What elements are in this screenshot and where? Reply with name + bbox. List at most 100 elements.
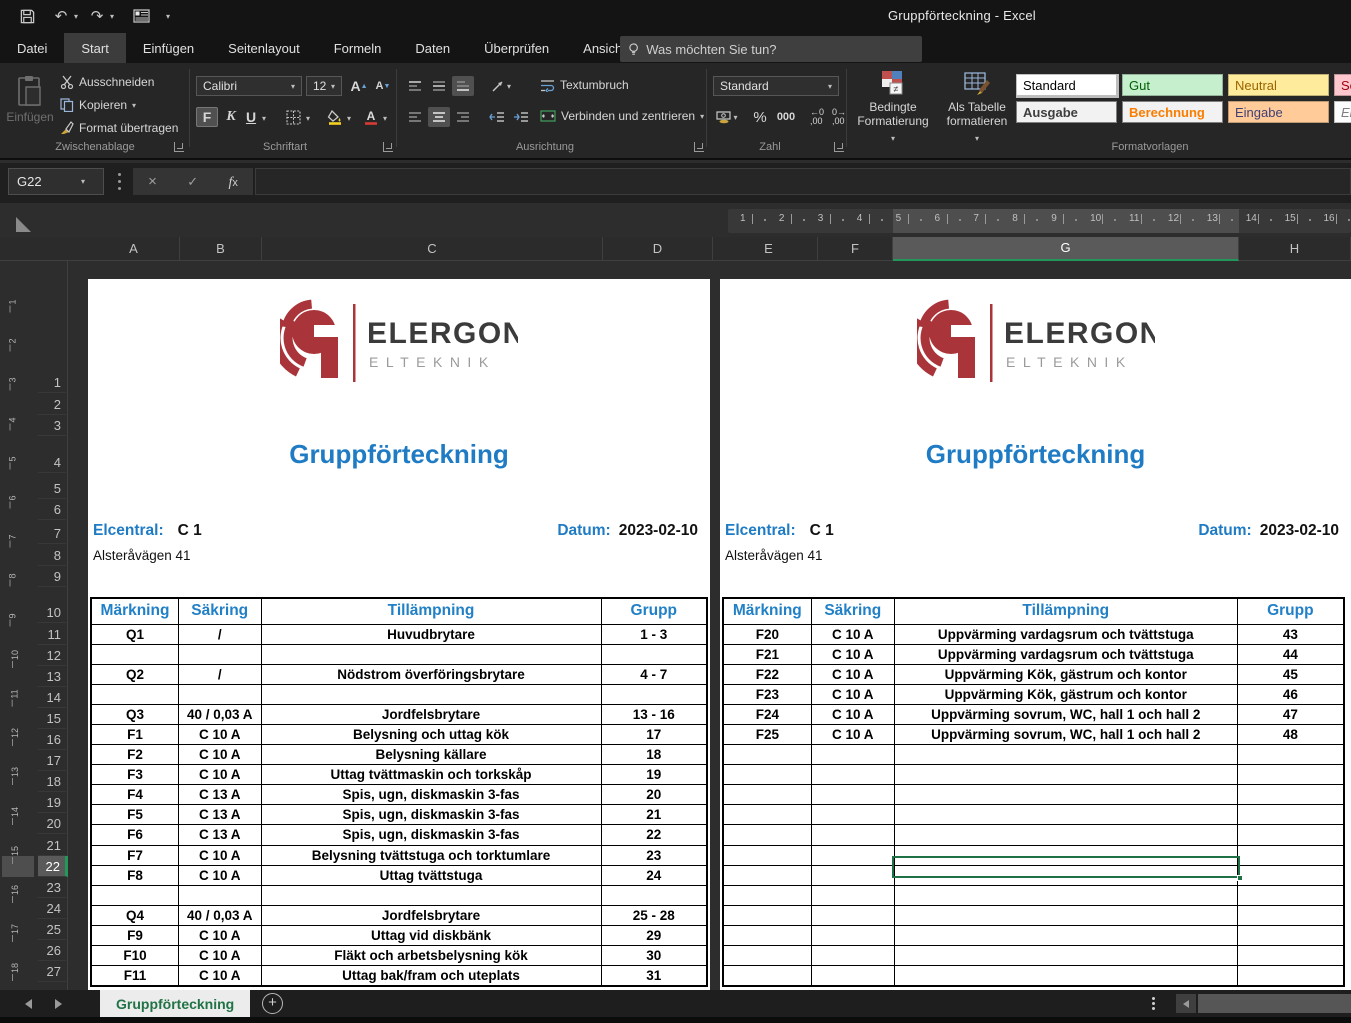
row-header-15[interactable]: 15 [38,708,66,729]
table-cell[interactable] [1237,905,1344,925]
table-cell[interactable]: 13 - 16 [601,704,707,724]
table-cell[interactable]: Uppvärming vardagsrum och tvättstuga [894,644,1237,664]
table-cell[interactable]: Huvudbrytare [261,624,601,644]
italic-button[interactable]: K [220,107,242,127]
tab-seitenlayout[interactable]: Seitenlayout [211,33,317,63]
save-icon[interactable] [14,5,40,27]
table-cell[interactable]: F1 [91,724,178,744]
table-cell[interactable]: C 10 A [178,724,261,744]
merge-dropdown-caret[interactable]: ▾ [700,112,704,121]
table-cell[interactable] [894,745,1237,765]
tab-start[interactable]: Start [64,33,125,63]
table-cell[interactable]: C 10 A [178,765,261,785]
row-header-9[interactable]: 9 [38,566,66,587]
table-header[interactable]: Grupp [601,598,707,624]
hscroll-thumb[interactable] [1198,994,1351,1013]
table-cell[interactable] [894,925,1237,945]
table-cell[interactable]: Q4 [91,905,178,925]
table-cell[interactable] [1237,785,1344,805]
column-header-a[interactable]: A [88,237,180,261]
table-cell[interactable] [894,946,1237,966]
align-right-icon[interactable] [452,107,474,127]
table-cell[interactable] [894,805,1237,825]
table-cell[interactable]: F3 [91,765,178,785]
table-header[interactable]: Säkring [178,598,261,624]
table-cell[interactable]: Q2 [91,664,178,684]
row-header-5[interactable]: 5 [38,478,66,499]
style-eingabe[interactable]: Eingabe [1228,101,1329,123]
row-header-27[interactable]: 27 [38,961,66,982]
underline-button[interactable]: U [240,107,262,127]
orientation-icon[interactable]: ▾ [486,76,516,96]
table-cell[interactable] [811,966,894,986]
table-cell[interactable]: 30 [601,946,707,966]
table-cell[interactable] [723,805,811,825]
table-header[interactable]: Märkning [91,598,178,624]
undo-dropdown-caret[interactable]: ▾ [74,12,84,21]
table-cell[interactable] [811,765,894,785]
table-cell[interactable]: 44 [1237,644,1344,664]
format-as-table-button[interactable]: Als Tabelle formatieren▾ [936,70,1018,146]
table-cell[interactable] [1237,825,1344,845]
copy-dropdown-caret[interactable]: ▾ [132,101,136,110]
row-header-13[interactable]: 13 [38,666,66,687]
table-cell[interactable] [1237,765,1344,785]
paste-button[interactable]: Einfügen [6,69,54,139]
align-bottom-icon[interactable] [452,76,474,96]
table-cell[interactable]: 20 [601,785,707,805]
redo-dropdown-caret[interactable]: ▾ [110,12,120,21]
table-cell[interactable] [1237,925,1344,945]
table-cell[interactable]: C 10 A [811,624,894,644]
table-cell[interactable] [894,825,1237,845]
row-header-20[interactable]: 20 [38,813,66,834]
comma-style-icon[interactable]: 000 [773,107,799,127]
table-cell[interactable] [723,925,811,945]
table-cell[interactable]: F20 [723,624,811,644]
insert-function-icon[interactable]: fx [228,173,237,191]
table-cell[interactable]: C 10 A [811,724,894,744]
row-header-14[interactable]: 14 [38,687,66,708]
increase-decimal-icon[interactable]: ←0,00 [806,107,828,127]
row-header-4[interactable]: 4 [38,452,66,473]
table-cell[interactable]: Q3 [91,704,178,724]
column-header-e[interactable]: E [720,237,818,261]
style-erklärender-text[interactable]: Erklärender Text [1334,101,1351,123]
table-cell[interactable]: 18 [601,745,707,765]
table-cell[interactable]: 22 [601,825,707,845]
fill-color-dropdown-caret[interactable]: ▾ [347,114,351,123]
table-cell[interactable]: F11 [91,966,178,986]
merge-center-button[interactable]: Verbinden und zentrieren ▾ [540,107,704,125]
borders-icon[interactable] [282,107,304,127]
formula-input[interactable] [255,168,1351,195]
table-cell[interactable] [723,765,811,785]
table-cell[interactable] [811,885,894,905]
row-header-7[interactable]: 7 [38,523,66,544]
table-cell[interactable] [723,745,811,765]
table-cell[interactable] [601,885,707,905]
table-cell[interactable]: F23 [723,684,811,704]
bold-button[interactable]: F [196,107,218,127]
borders-dropdown-caret[interactable]: ▾ [306,114,310,123]
vertical-ruler[interactable]: 123456789101112131415161718 [2,261,34,990]
previous-sheet-icon[interactable] [25,999,32,1009]
table-cell[interactable]: F25 [723,724,811,744]
table-cell[interactable]: Jordfelsbrytare [261,704,601,724]
table-header[interactable]: Märkning [723,598,811,624]
table-cell[interactable] [178,885,261,905]
tab-formeln[interactable]: Formeln [317,33,399,63]
table-cell[interactable]: Belysning och uttag kök [261,724,601,744]
font-color-dropdown-caret[interactable]: ▾ [383,114,387,123]
table-cell[interactable]: C 10 A [178,865,261,885]
table-cell[interactable] [723,946,811,966]
table-cell[interactable]: 31 [601,966,707,986]
row-header-22[interactable]: 22 [38,856,68,877]
table-cell[interactable] [723,966,811,986]
row-header-3[interactable]: 3 [38,415,66,436]
table-cell[interactable] [1237,805,1344,825]
table-cell[interactable] [894,885,1237,905]
table-cell[interactable] [1237,885,1344,905]
table-cell[interactable]: Uppvärming sovrum, WC, hall 1 och hall 2 [894,724,1237,744]
table-cell[interactable]: F7 [91,845,178,865]
fill-color-icon[interactable] [324,107,346,127]
table-cell[interactable] [723,785,811,805]
